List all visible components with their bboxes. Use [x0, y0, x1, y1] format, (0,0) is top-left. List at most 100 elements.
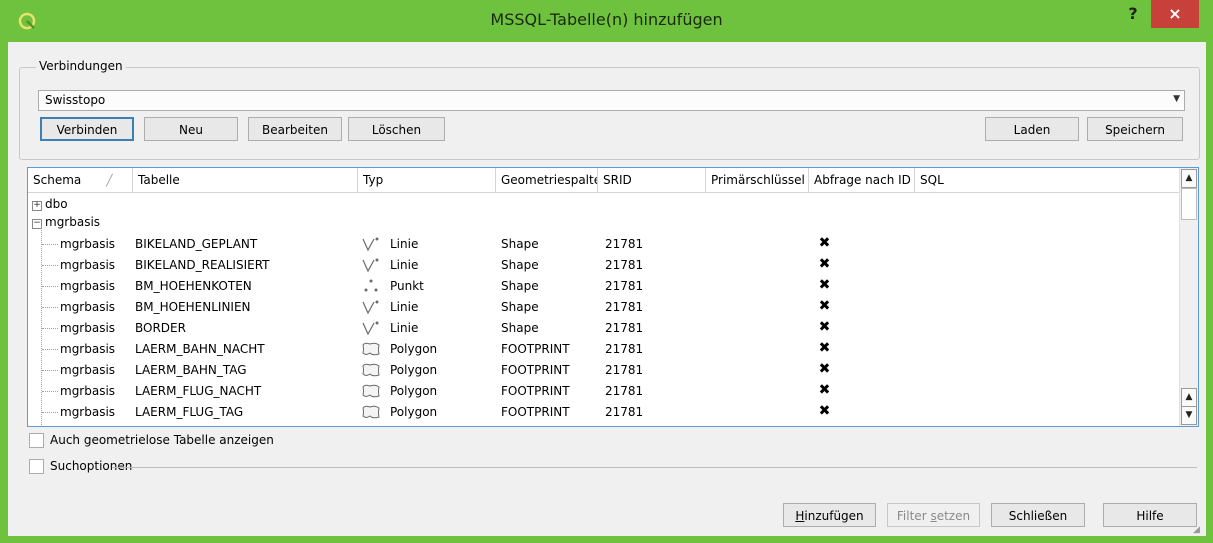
select-by-id-checkbox[interactable]: ✖ [818, 320, 831, 334]
tree-branch-line [42, 370, 58, 371]
table-row[interactable]: mgrbasis LAERM_BAHN_NACHT Polygon FOOTPR… [28, 339, 1179, 360]
srid-cell: 21781 [605, 321, 644, 335]
search-options-divider [112, 467, 1197, 468]
tree-branch-line [42, 265, 58, 266]
column-header-schema[interactable]: Schema ╱ [28, 168, 133, 192]
select-by-id-checkbox[interactable]: ✖ [818, 383, 831, 397]
chevron-down-icon[interactable]: ▼ [1173, 94, 1180, 104]
scroll-down-icon[interactable]: ▼ [1181, 406, 1197, 425]
type-cell: Linie [390, 258, 419, 272]
save-button[interactable]: Speichern [1087, 117, 1183, 141]
geometry-column-cell: FOOTPRINT [501, 363, 570, 377]
schema-cell: mgrbasis [60, 258, 116, 272]
select-by-id-checkbox[interactable]: ✖ [818, 236, 831, 250]
column-header-sql[interactable]: SQL [915, 168, 1179, 192]
geometryless-checkbox[interactable] [29, 433, 44, 448]
schema-cell: mgrbasis [60, 321, 116, 335]
srid-cell: 21781 [605, 237, 644, 251]
tree-branch-line [42, 307, 58, 308]
schema-group-label: dbo [45, 197, 68, 211]
table-row[interactable]: mgrbasis BIKELAND_GEPLANT Linie Shape 21… [28, 234, 1179, 255]
type-cell: Punkt [390, 279, 424, 293]
tree-branch-line [42, 286, 58, 287]
tables-tree[interactable]: Schema ╱ Tabelle Typ Geometriespalte SRID… [27, 167, 1199, 427]
connections-group [19, 67, 1200, 160]
select-by-id-checkbox[interactable]: ✖ [818, 404, 831, 418]
load-button[interactable]: Laden [985, 117, 1079, 141]
delete-button[interactable]: Löschen [348, 117, 445, 141]
expand-icon[interactable]: + [32, 201, 42, 211]
schema-cell: mgrbasis [60, 237, 116, 251]
table-row[interactable]: mgrbasis LAERM_FLUG_TAG Polygon FOOTPRIN… [28, 402, 1179, 423]
column-header-select-id[interactable]: Abfrage nach ID [809, 168, 915, 192]
connection-select[interactable]: Swisstopo ▼ [38, 90, 1185, 111]
polygon-icon [362, 342, 380, 356]
window-title: MSSQL-Tabelle(n) hinzufügen [490, 10, 723, 29]
srid-cell: 21781 [605, 363, 644, 377]
column-header-geometry[interactable]: Geometriespalte [496, 168, 598, 192]
schema-group-label: mgrbasis [45, 215, 101, 229]
table-row[interactable]: mgrbasis BM_HOEHENLINIEN Linie Shape 217… [28, 297, 1179, 318]
edit-button[interactable]: Bearbeiten [248, 117, 342, 141]
type-cell: Linie [390, 237, 419, 251]
type-cell: Polygon [390, 384, 438, 398]
line-icon [362, 258, 379, 273]
scroll-up-icon[interactable]: ▲ [1181, 169, 1197, 188]
connection-select-value: Swisstopo [45, 93, 106, 107]
column-header-table[interactable]: Tabelle [133, 168, 358, 192]
table-row[interactable]: mgrbasis LAERM_BAHN_TAG Polygon FOOTPRIN… [28, 360, 1179, 381]
new-button[interactable]: Neu [144, 117, 238, 141]
select-by-id-checkbox[interactable]: ✖ [818, 299, 831, 313]
srid-cell: 21781 [605, 405, 644, 419]
line-icon [362, 237, 379, 252]
srid-cell: 21781 [605, 279, 644, 293]
select-by-id-checkbox[interactable]: ✖ [818, 278, 831, 292]
sort-indicator-icon: ╱ [106, 174, 113, 187]
table-name-cell: BIKELAND_GEPLANT [135, 237, 258, 251]
table-row[interactable]: mgrbasis BM_HOEHENKOTEN Punkt Shape 2178… [28, 276, 1179, 297]
polygon-icon [362, 363, 380, 377]
tree-branch-line [42, 349, 58, 350]
table-row[interactable]: mgrbasis BIKELAND_REALISIERT Linie Shape… [28, 255, 1179, 276]
title-bar[interactable]: MSSQL-Tabelle(n) hinzufügen ? × [0, 0, 1213, 42]
column-header-type[interactable]: Typ [358, 168, 496, 192]
type-cell: Polygon [390, 363, 438, 377]
scroll-up-icon[interactable]: ▲ [1181, 388, 1197, 407]
table-name-cell: LAERM_FLUG_NACHT [135, 384, 262, 398]
set-filter-button[interactable]: Filter setzen [887, 503, 980, 527]
point-icon [364, 279, 378, 292]
close-dialog-button[interactable]: Schließen [991, 503, 1085, 527]
add-button[interactable]: Hinzufügen [783, 503, 876, 527]
connections-legend: Verbindungen [36, 59, 126, 73]
table-name-cell: LAERM_BAHN_TAG [135, 363, 247, 377]
schema-cell: mgrbasis [60, 300, 116, 314]
select-by-id-checkbox[interactable]: ✖ [818, 362, 831, 376]
table-name-cell: BM_HOEHENLINIEN [135, 300, 251, 314]
tree-group-row[interactable]: − mgrbasis [28, 214, 1179, 235]
table-header: Schema ╱ Tabelle Typ Geometriespalte SRID… [28, 168, 1179, 193]
connect-button[interactable]: Verbinden [40, 117, 134, 141]
table-row[interactable]: mgrbasis LAERM_FLUG_NACHT Polygon FOOTPR… [28, 381, 1179, 402]
close-button[interactable]: × [1151, 0, 1199, 28]
type-cell: Polygon [390, 342, 438, 356]
select-by-id-checkbox[interactable]: ✖ [818, 341, 831, 355]
help-button[interactable]: Hilfe [1103, 503, 1197, 527]
tree-branch-line [42, 244, 58, 245]
table-name-cell: LAERM_BAHN_NACHT [135, 342, 265, 356]
geometry-column-cell: FOOTPRINT [501, 384, 570, 398]
scroll-thumb[interactable] [1181, 188, 1197, 220]
resize-grip-icon[interactable]: ◢ [1193, 525, 1200, 535]
select-by-id-checkbox[interactable]: ✖ [818, 257, 831, 271]
column-header-primary-key[interactable]: Primärschlüssel [706, 168, 809, 192]
search-options-checkbox[interactable] [29, 459, 44, 474]
column-header-srid[interactable]: SRID [598, 168, 706, 192]
help-icon[interactable]: ? [1118, 2, 1148, 28]
schema-cell: mgrbasis [60, 342, 116, 356]
table-name-cell: BM_HOEHENKOTEN [135, 279, 252, 293]
geometry-column-cell: Shape [501, 321, 539, 335]
geometryless-label: Auch geometrielose Tabelle anzeigen [50, 433, 274, 447]
vertical-scrollbar[interactable]: ▲ ▲ ▼ [1179, 168, 1198, 426]
polygon-icon [362, 405, 380, 419]
geometry-column-cell: Shape [501, 237, 539, 251]
table-row[interactable]: mgrbasis BORDER Linie Shape 21781 ✖ [28, 318, 1179, 339]
